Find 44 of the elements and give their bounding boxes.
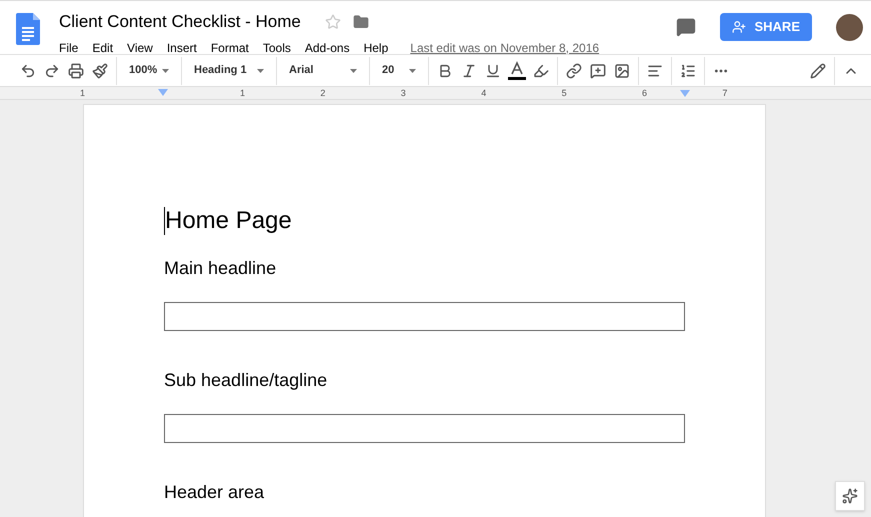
menu-item[interactable]: Tools	[262, 38, 291, 56]
ruler-number: 4	[481, 87, 486, 99]
caret-icon	[409, 68, 416, 72]
avatar[interactable]	[836, 14, 863, 40]
font-size-dropdown[interactable]: 20	[374, 56, 424, 84]
menu-item[interactable]: File	[59, 38, 78, 56]
answer-box[interactable]	[164, 302, 685, 331]
heading-text: Sub headline/tagline	[164, 369, 328, 392]
ruler-number: 3	[400, 87, 406, 99]
ruler-number: 7	[722, 87, 728, 99]
ruler-number: 1	[80, 87, 86, 99]
right-indent-marker-icon[interactable]	[680, 90, 690, 98]
last-edit-link[interactable]: Last edit was on November 8, 2016	[410, 38, 600, 56]
docs-logo-icon[interactable]	[16, 13, 40, 45]
explore-button[interactable]	[835, 481, 865, 511]
font-dropdown[interactable]: Arial	[281, 56, 365, 84]
heading-text: Main headline	[164, 257, 278, 280]
document-title[interactable]: Client Content Checklist - Home	[59, 9, 301, 34]
menu-item[interactable]: Edit	[92, 38, 114, 56]
menu-item[interactable]: Insert	[166, 38, 197, 56]
indent-marker-icon[interactable]	[158, 89, 168, 97]
star-icon[interactable]	[324, 14, 341, 30]
caret-icon	[162, 68, 169, 72]
zoom-dropdown[interactable]: 100%	[121, 56, 177, 84]
caret-icon	[350, 68, 357, 72]
menu-item[interactable]: View	[127, 38, 153, 56]
ruler-number: 5	[562, 87, 567, 99]
comments-icon[interactable]	[676, 17, 696, 37]
style-dropdown[interactable]: Heading 1	[186, 56, 272, 84]
ruler-number: 1	[240, 87, 246, 99]
caret-icon	[257, 68, 264, 72]
menu-item[interactable]: Add-ons	[304, 38, 350, 56]
answer-box[interactable]	[164, 414, 685, 443]
text-color-icon[interactable]	[507, 60, 527, 80]
folder-icon[interactable]	[352, 14, 369, 30]
person-add-icon	[732, 20, 746, 34]
ruler-number: 2	[320, 87, 326, 99]
menu-item[interactable]: Format	[210, 38, 249, 56]
menu-item[interactable]: Help	[364, 38, 388, 56]
heading-text: Header area	[164, 481, 266, 504]
document-title-text: Home Page	[164, 207, 685, 235]
sparkle-icon	[842, 488, 858, 504]
ruler-number: 6	[642, 87, 648, 99]
share-button[interactable]: SHARE	[720, 13, 812, 41]
